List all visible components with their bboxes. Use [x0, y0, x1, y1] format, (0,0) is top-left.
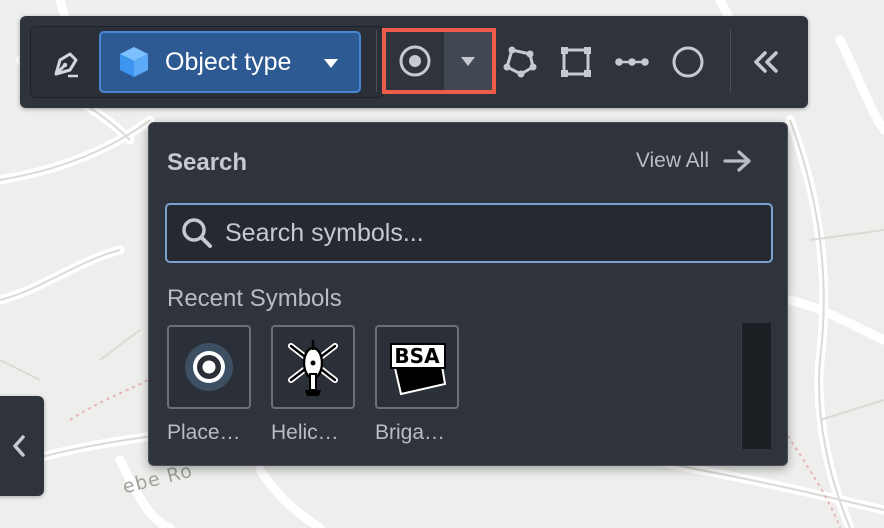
cube-icon: [120, 47, 148, 77]
polygon-tool-button[interactable]: [496, 36, 544, 88]
symbol-label: Helic…: [271, 421, 339, 444]
double-chevron-left-icon: [754, 51, 778, 73]
symbol-tile[interactable]: BSA: [375, 325, 459, 409]
dashed-square-icon: [561, 47, 591, 77]
drawing-toolbar: Object type: [20, 16, 808, 108]
symbol-picker-popover: Search View All Recent Symbols Place: [148, 122, 788, 466]
collapse-toolbar-button[interactable]: [742, 36, 790, 88]
recent-symbols-title: Recent Symbols: [167, 285, 342, 312]
view-all-label: View All: [635, 149, 709, 172]
object-type-dropdown[interactable]: Object type: [99, 31, 361, 93]
circle-icon: [672, 46, 704, 78]
symbol-item[interactable]: Place…: [167, 325, 251, 445]
search-icon: [182, 218, 212, 248]
target-circle-icon: [399, 45, 431, 77]
expand-left-panel-button[interactable]: [0, 396, 44, 496]
polygon-icon: [503, 46, 537, 78]
symbol-label: Briga…: [375, 421, 446, 444]
placemark-target-icon: [185, 343, 233, 391]
symbol-item[interactable]: Helic…: [271, 325, 355, 445]
object-type-label: Object type: [165, 47, 292, 76]
toolbar-divider: [730, 30, 731, 92]
symbol-label: Place…: [167, 421, 241, 444]
pen-tool-button[interactable]: [49, 47, 83, 81]
symbol-tile[interactable]: [271, 325, 355, 409]
line-tool-button[interactable]: [608, 36, 656, 88]
point-tool-dropdown[interactable]: [444, 32, 492, 90]
view-all-link[interactable]: View All: [636, 149, 753, 173]
symbols-scrollbar[interactable]: [741, 323, 771, 449]
caret-down-icon: [461, 57, 475, 66]
helicopter-icon: [288, 340, 338, 396]
point-tool-split-button: [382, 28, 496, 94]
caret-down-icon: [324, 59, 338, 68]
polyline-icon: [615, 58, 649, 66]
pen-nib-icon: [54, 52, 78, 78]
object-type-group: Object type: [30, 26, 384, 98]
rectangle-tool-button[interactable]: [552, 36, 600, 88]
symbol-item[interactable]: BSA Briga…: [375, 325, 459, 445]
toolbar-divider: [376, 30, 377, 92]
circle-tool-button[interactable]: [664, 36, 712, 88]
search-input[interactable]: [225, 218, 765, 248]
recent-symbols-list: Place… Helic… BSA Briga…: [167, 325, 459, 445]
search-field[interactable]: [165, 203, 773, 263]
popover-title: Search: [167, 149, 248, 176]
arrow-right-icon: [723, 150, 751, 172]
bsa-badge-text: BSA: [394, 344, 440, 368]
symbol-tile[interactable]: [167, 325, 251, 409]
point-tool-button[interactable]: [386, 32, 444, 90]
chevron-left-icon: [13, 435, 25, 457]
